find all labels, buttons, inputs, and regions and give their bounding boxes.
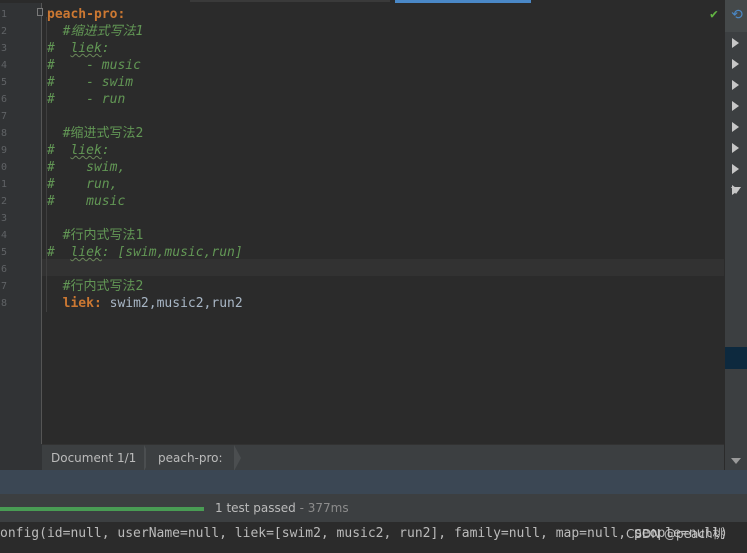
line-number: 8 — [0, 298, 7, 309]
code-line[interactable]: peach-pro: — [47, 6, 125, 23]
code-token: # — [47, 143, 71, 158]
code-line[interactable]: liek: swim2,music2,run2 — [47, 295, 243, 312]
line-number: 9 — [0, 145, 7, 156]
line-number: 4 — [0, 230, 7, 241]
code-line[interactable]: # liek: [swim,music,run] — [47, 244, 243, 261]
code-token: #行内式写法1 — [62, 228, 144, 243]
test-results-bar: 1 test passed - 377ms — [0, 494, 747, 522]
code-line[interactable]: # music — [47, 193, 125, 210]
code-token: # - run — [47, 92, 126, 107]
line-number: 1 — [0, 9, 7, 20]
line-number: 5 — [0, 77, 7, 88]
refresh-icon: ⟲ — [731, 7, 743, 23]
code-line[interactable]: # liek: — [47, 142, 110, 159]
test-status-text: 1 test passed — [215, 501, 296, 515]
watermark: CSDN @peach桃 — [626, 527, 725, 541]
code-token: # run, — [47, 177, 118, 192]
code-line[interactable]: # liek: — [47, 40, 110, 57]
line-number: 5 — [0, 247, 7, 258]
scroll-down-icon[interactable] — [731, 458, 741, 464]
code-token: #行内式写法2 — [62, 279, 144, 294]
breadcrumb-separator — [234, 445, 241, 471]
line-number: 3 — [0, 43, 7, 54]
code-editor[interactable]: 123456789012345678 peach-pro: #缩进式写法1 # l… — [0, 3, 724, 444]
check-icon: ✔ — [710, 7, 718, 22]
panel-selection — [725, 347, 747, 369]
line-number: 6 — [0, 264, 7, 275]
code-token: #缩进式写法1 — [62, 24, 144, 39]
test-status: 1 test passed - 377ms — [215, 500, 349, 516]
console-line: onfig(id=null, userName=null, liek=[swim… — [0, 526, 728, 541]
code-token: # - swim — [47, 75, 134, 90]
right-tool-panel: ⟲ — [724, 0, 747, 470]
code-token: liek — [70, 245, 102, 260]
collapse-arrow-icon[interactable] — [731, 187, 741, 194]
line-number: 0 — [0, 162, 7, 173]
breadcrumb-item-peach-pro[interactable]: peach-pro: — [146, 445, 233, 471]
line-number-gutter: 1 2 3 4 5 6 7 8 9 0 1 2 3 4 5 6 7 8 — [0, 3, 42, 444]
code-token: liek — [70, 143, 102, 158]
expand-arrow-icon[interactable] — [732, 164, 739, 174]
line-number: 7 — [0, 111, 7, 122]
code-line[interactable]: # run, — [47, 176, 117, 193]
breadcrumb-gutter — [0, 444, 43, 470]
expand-arrow-icon[interactable] — [732, 80, 739, 90]
line-number: 2 — [0, 26, 7, 37]
expand-arrow-icon[interactable] — [732, 38, 739, 48]
line-number: 2 — [0, 196, 7, 207]
refresh-button[interactable]: ⟲ — [725, 0, 747, 32]
test-duration: 377ms — [307, 501, 349, 515]
code-token: # swim, — [47, 160, 126, 175]
code-token: swim2,music2,run2 — [101, 296, 243, 311]
code-token: liek: — [62, 296, 102, 311]
line-number: 6 — [0, 94, 7, 105]
code-token: : — [101, 143, 110, 158]
code-token: peach-pro: — [47, 7, 126, 22]
code-token: # music — [47, 194, 126, 209]
code-token: # - music — [47, 58, 141, 73]
line-number: 8 — [0, 128, 7, 139]
test-separator: - — [295, 501, 308, 515]
line-number: 3 — [0, 213, 7, 224]
expand-arrow-icon[interactable] — [732, 122, 739, 132]
code-token: liek — [70, 41, 102, 56]
code-token: #缩进式写法2 — [62, 126, 144, 141]
code-token: : — [101, 41, 110, 56]
code-line[interactable]: #行内式写法2 — [47, 278, 144, 295]
line-number: 7 — [0, 281, 7, 292]
code-line[interactable]: #缩进式写法1 — [47, 23, 144, 40]
code-line[interactable]: # swim, — [47, 159, 125, 176]
expand-arrow-icon[interactable] — [732, 143, 739, 153]
code-line[interactable]: # - run — [47, 91, 125, 108]
code-token: # — [47, 245, 71, 260]
test-progress-bar — [0, 507, 204, 511]
line-number: 4 — [0, 60, 7, 71]
breadcrumb: Document 1/1 peach-pro: — [42, 444, 724, 471]
code-token: # — [47, 41, 71, 56]
expand-arrow-icon[interactable] — [732, 59, 739, 69]
code-line[interactable]: # - swim — [47, 74, 133, 91]
code-line[interactable]: #缩进式写法2 — [47, 125, 144, 142]
code-token: : [swim,music,run] — [101, 245, 243, 260]
code-line[interactable]: #行内式写法1 — [47, 227, 144, 244]
test-progress-fill — [0, 507, 204, 511]
tab-inactive[interactable] — [190, 0, 390, 2]
expand-arrow-icon[interactable] — [732, 101, 739, 111]
tool-window-header — [0, 470, 747, 494]
code-line[interactable]: # - music — [47, 57, 141, 74]
line-number: 1 — [0, 179, 7, 190]
fold-icon[interactable] — [37, 8, 43, 16]
current-line-highlight — [42, 259, 724, 276]
